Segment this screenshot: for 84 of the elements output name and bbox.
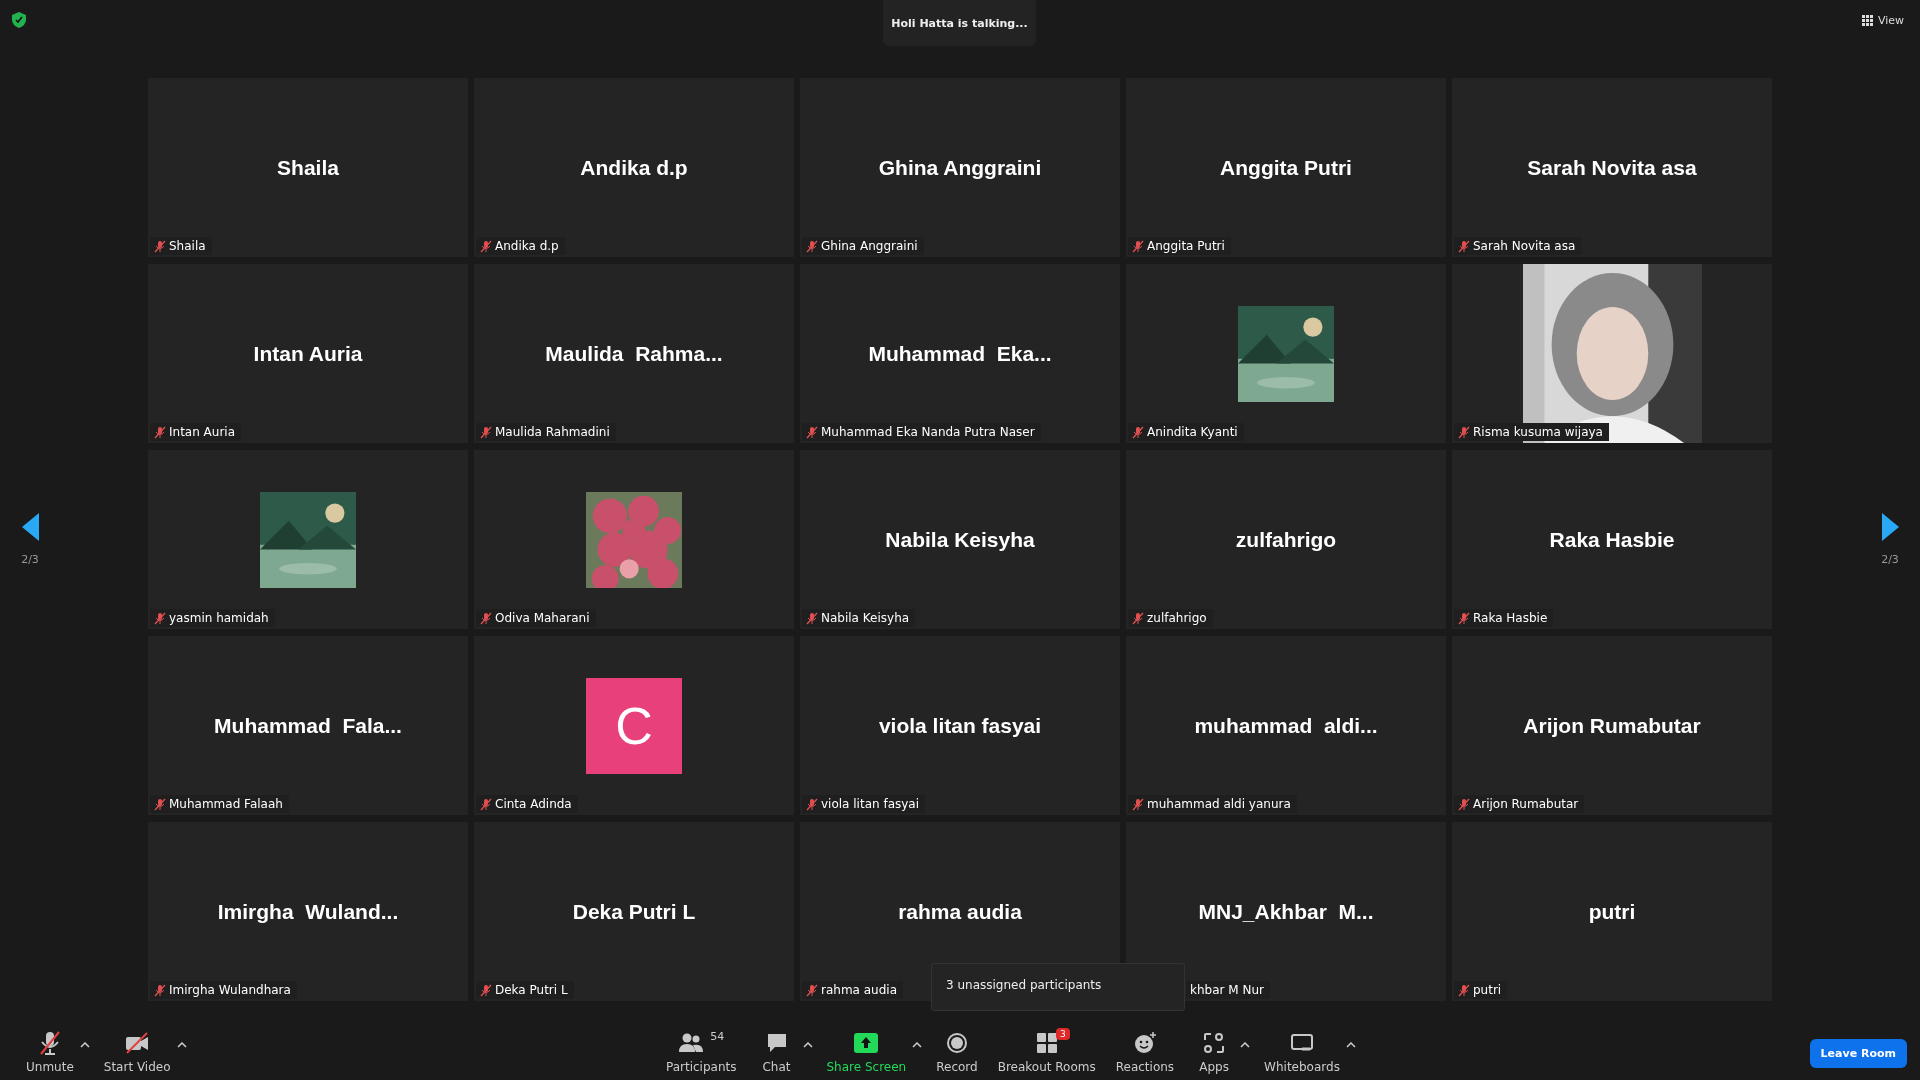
caret-icon[interactable] xyxy=(1345,1042,1356,1048)
caret-icon[interactable] xyxy=(802,1042,813,1048)
participant-label-text: Muhammad Falaah xyxy=(169,797,283,811)
whiteboard-icon xyxy=(1290,1032,1314,1054)
participant-label-text: khbar M Nur xyxy=(1190,983,1264,997)
view-button[interactable]: View xyxy=(1857,12,1908,29)
participant-label-text: Intan Auria xyxy=(169,425,236,439)
toolbar-button[interactable]: 54 Participants xyxy=(656,1030,747,1074)
toolbar-button[interactable]: Unmute xyxy=(16,1030,84,1074)
toolbar-button[interactable]: Apps xyxy=(1184,1030,1245,1074)
participant-label-text: Odiva Maharani xyxy=(495,611,590,625)
participant-name: Shaila xyxy=(277,155,339,180)
next-page-arrow[interactable] xyxy=(1881,513,1899,541)
leave-room-button[interactable]: Leave Room xyxy=(1809,1039,1907,1068)
participant-label-text: Nabila Keisyha xyxy=(821,611,910,625)
participant-label-text: Ghina Anggraini xyxy=(821,239,918,253)
participant-name: Andika d.p xyxy=(580,155,688,180)
caret-icon[interactable] xyxy=(176,1042,187,1048)
participant-name: Ghina Anggraini xyxy=(878,155,1042,180)
breakout-rooms-icon xyxy=(1035,1032,1058,1054)
participant-label-text: Anggita Putri xyxy=(1147,239,1225,253)
speaker-banner: Holi Hatta is talking... xyxy=(883,0,1036,46)
toolbar-button[interactable]: 3 Breakout Rooms xyxy=(987,1030,1106,1074)
participant-label-text: zulfahrigo xyxy=(1147,611,1207,625)
toolbar-button[interactable]: Start Video xyxy=(93,1030,181,1074)
tooltip: 3 unassigned participants xyxy=(931,963,1185,1011)
notification-badge: 3 xyxy=(1055,1028,1070,1040)
participant-name: MNJ_Akhbar M... xyxy=(1198,899,1374,924)
chat-icon xyxy=(765,1032,788,1054)
avatar-letter: C xyxy=(615,695,653,756)
participants-icon xyxy=(678,1032,705,1054)
participant-label-text: yasmin hamidah xyxy=(169,611,269,625)
participant-label-text: viola litan fasyai xyxy=(821,797,920,811)
participant-label-text: muhammad aldi yanura xyxy=(1147,797,1291,811)
participant-name: Muhammad Fala... xyxy=(214,713,402,738)
participant-name: viola litan fasyai xyxy=(878,713,1042,738)
toolbar-button[interactable]: Chat xyxy=(746,1030,807,1074)
participant-name: Nabila Keisyha xyxy=(885,527,1035,552)
video-off-icon xyxy=(124,1031,151,1055)
participant-label-text: Andika d.p xyxy=(495,239,559,253)
smiley-icon xyxy=(1132,1031,1157,1055)
participant-name: putri xyxy=(1588,899,1636,924)
grid-icon xyxy=(1861,15,1873,26)
page-indicator: 2/3 xyxy=(1881,553,1899,566)
toolbar-button[interactable]: Record xyxy=(926,1030,988,1074)
participant-name: zulfahrigo xyxy=(1235,527,1337,552)
shield-icon xyxy=(12,12,26,28)
caret-icon[interactable] xyxy=(1240,1042,1251,1048)
toolbar-button[interactable]: Share Screen xyxy=(816,1030,917,1074)
participant-label-text: rahma audia xyxy=(821,983,897,997)
participant-label-text: Cinta Adinda xyxy=(495,797,572,811)
participant-name: Sarah Novita asa xyxy=(1527,155,1697,180)
participant-name: muhammad aldi... xyxy=(1194,713,1378,738)
participant-name: Anggita Putri xyxy=(1220,155,1352,180)
participant-label-text: Shaila xyxy=(169,239,206,253)
muted-mic-icon xyxy=(37,1030,62,1056)
apps-icon xyxy=(1203,1032,1226,1054)
participant-label-text: Sarah Novita asa xyxy=(1473,239,1576,253)
participant-name: Maulida Rahma... xyxy=(545,341,723,366)
participant-name: rahma audia xyxy=(898,899,1022,924)
participant-label-text: Anindita Kyanti xyxy=(1147,425,1238,439)
participant-name: Muhammad Eka... xyxy=(868,341,1052,366)
page-indicator: 2/3 xyxy=(21,553,39,566)
participant-label-text: Muhammad Eka Nanda Putra Naser xyxy=(821,425,1035,439)
participant-name: Raka Hasbie xyxy=(1549,527,1675,552)
previous-page-arrow[interactable] xyxy=(21,513,39,541)
participant-name: Arijon Rumabutar xyxy=(1523,713,1701,738)
participant-name: Intan Auria xyxy=(253,341,363,366)
participant-label-text: Risma kusuma wijaya xyxy=(1473,425,1603,439)
toolbar-button[interactable]: Reactions xyxy=(1105,1030,1185,1074)
participant-label-text: Arijon Rumabutar xyxy=(1473,797,1579,811)
participant-label-text: putri xyxy=(1473,983,1502,997)
participant-label-text: Deka Putri L xyxy=(495,983,568,997)
share-screen-icon xyxy=(854,1033,879,1053)
caret-icon[interactable] xyxy=(912,1042,923,1048)
participant-label-text: Raka Hasbie xyxy=(1473,611,1548,625)
participant-label-text: Imirgha Wulandhara xyxy=(169,983,291,997)
record-icon xyxy=(945,1032,968,1054)
participant-count: 54 xyxy=(710,1030,725,1043)
toolbar-button[interactable]: Whiteboards xyxy=(1254,1030,1350,1074)
participant-label-text: Maulida Rahmadini xyxy=(495,425,610,439)
participant-name: Imirgha Wuland... xyxy=(217,899,399,924)
participant-name: Deka Putri L xyxy=(572,899,696,924)
caret-icon[interactable] xyxy=(79,1042,90,1048)
